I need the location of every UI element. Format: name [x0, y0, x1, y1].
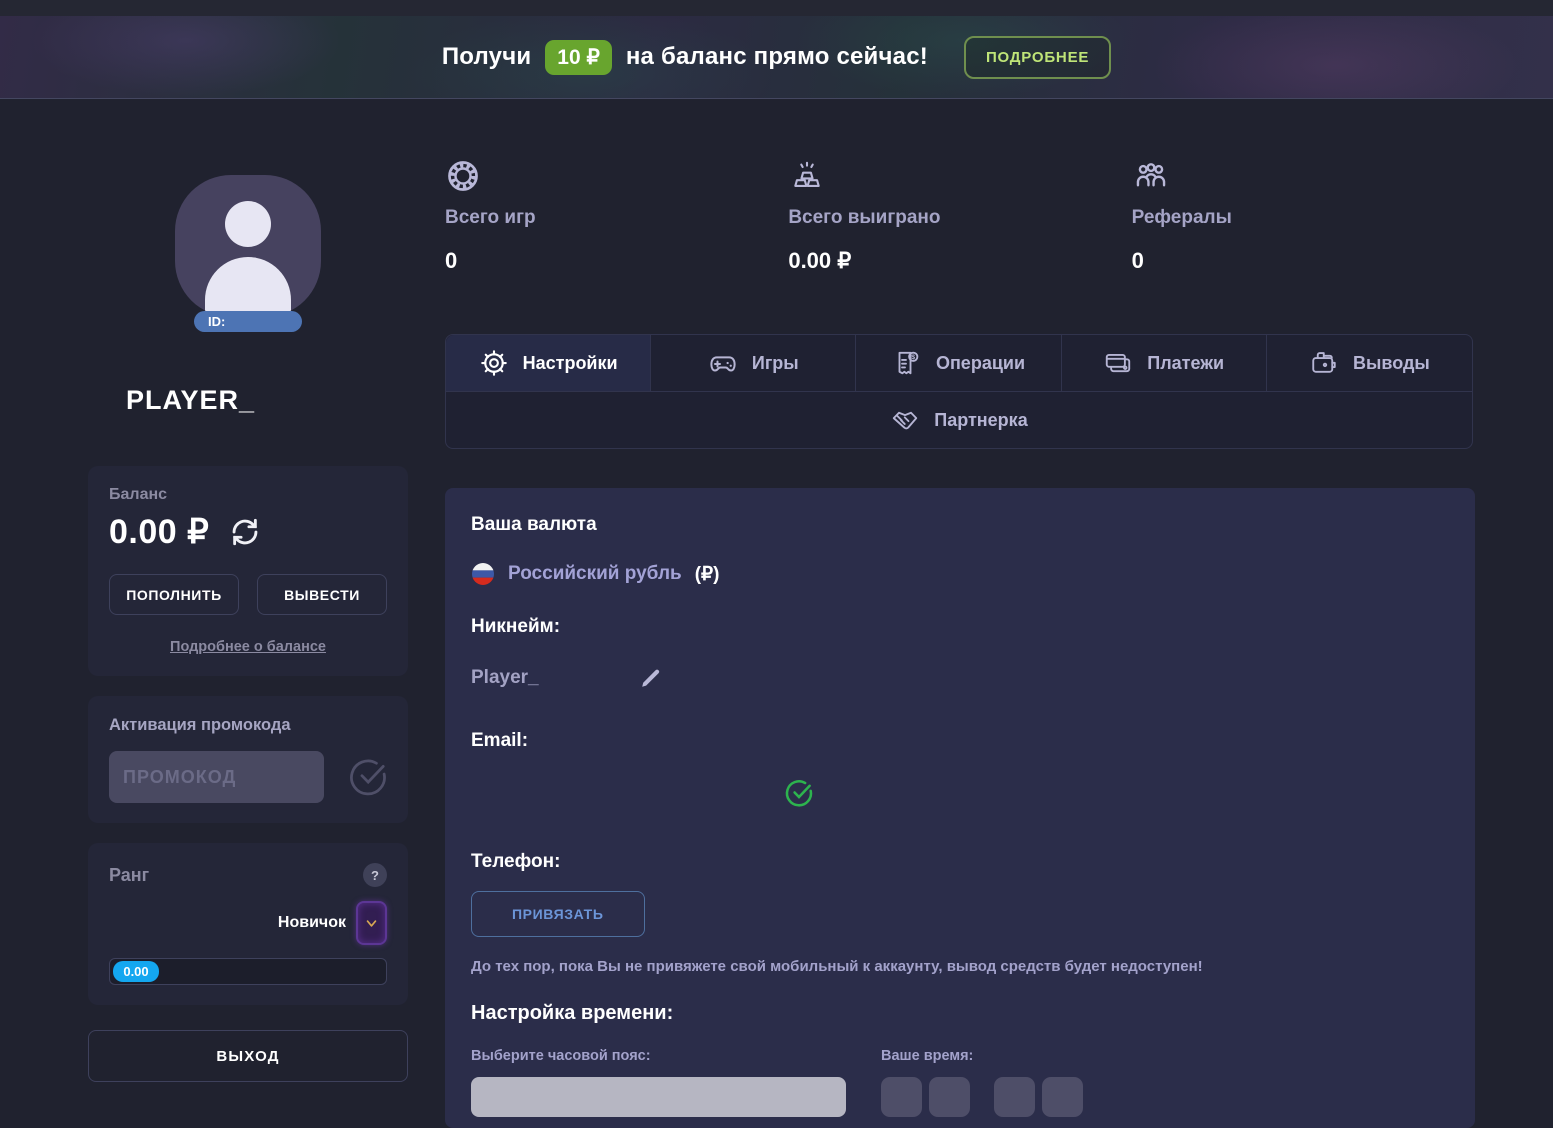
stat-label: Всего игр: [445, 207, 788, 229]
currency-row: Российский рубль (₽): [471, 562, 1449, 586]
settings-panel: Ваша валюта Российский рубль (₽) Никнейм…: [445, 488, 1475, 1128]
time-hour-box: [881, 1077, 922, 1117]
receipt-icon: $: [892, 348, 922, 378]
email-verified-check-icon: [783, 777, 815, 809]
stat-value: 0: [1132, 248, 1475, 274]
edit-nickname-pencil-icon[interactable]: [639, 666, 663, 690]
email-label: Email:: [471, 730, 1449, 752]
people-icon: [1132, 158, 1475, 194]
stat-label: Всего выиграно: [788, 207, 1131, 229]
currency-name: Российский рубль: [508, 563, 682, 585]
stat-label: Рефералы: [1132, 207, 1475, 229]
gear-icon: [479, 348, 509, 378]
deposit-button[interactable]: ПОПОЛНИТЬ: [109, 574, 239, 615]
phone-warning-text: До тех пор, пока Вы не привяжете свой мо…: [471, 958, 1449, 975]
currency-label: Ваша валюта: [471, 514, 1449, 536]
timezone-label: Выберите часовой пояс:: [471, 1048, 881, 1064]
gamepad-icon: [708, 348, 738, 378]
your-time-label: Ваше время:: [881, 1048, 1449, 1064]
top-strip: [0, 0, 1553, 16]
profile-tabs: Настройки Игры $: [445, 334, 1473, 449]
user-id-badge: ID:: [194, 311, 302, 332]
balance-card: Баланс 0.00 ₽ ПОПОЛНИТЬ ВЫВЕСТИ Подробне…: [88, 466, 408, 676]
stats-row: Всего игр 0 Всего выиграно 0.00 ₽: [445, 158, 1475, 274]
rank-help-icon[interactable]: ?: [363, 863, 387, 887]
stat-total-won: Всего выиграно 0.00 ₽: [788, 158, 1131, 274]
rank-card: Ранг ? Новичок 0.00: [88, 843, 408, 1005]
stat-value: 0: [445, 248, 788, 274]
promo-banner: Получи 10 ₽ на баланс прямо сейчас! ПОДР…: [0, 16, 1553, 99]
tab-label: Платежи: [1147, 353, 1224, 374]
balance-details-link[interactable]: Подробнее о балансе: [170, 639, 326, 655]
chip-icon: [445, 158, 788, 194]
tab-label: Партнерка: [934, 410, 1027, 431]
rank-title: Ранг: [109, 865, 149, 886]
tab-partner[interactable]: Партнерка: [446, 392, 1472, 448]
profile-sidebar: ID: PLAYER_ Баланс 0.00 ₽ ПОПОЛНИТЬ ВЫВЕ…: [88, 130, 408, 1082]
promo-code-input[interactable]: [109, 751, 324, 803]
avatar-person-icon: [225, 201, 271, 247]
stat-total-games: Всего игр 0: [445, 158, 788, 274]
russia-flag-icon: [471, 562, 495, 586]
refresh-balance-icon[interactable]: [227, 514, 263, 550]
tab-withdrawals[interactable]: Выводы: [1267, 335, 1472, 391]
promo-title: Активация промокода: [109, 716, 387, 735]
tab-label: Выводы: [1353, 353, 1430, 374]
nickname-label: Никнейм:: [471, 616, 1449, 638]
banner-amount-badge: 10 ₽: [545, 40, 612, 75]
avatar[interactable]: [175, 175, 321, 317]
stat-value: 0.00 ₽: [788, 248, 1131, 274]
banner-details-button[interactable]: ПОДРОБНЕЕ: [964, 36, 1111, 79]
activate-promo-check-icon[interactable]: [346, 755, 390, 799]
banner-text-after: на баланс прямо сейчас!: [626, 43, 928, 71]
banner-text-before: Получи: [442, 43, 531, 71]
bind-phone-button[interactable]: ПРИВЯЗАТЬ: [471, 891, 645, 937]
rank-name: Новичок: [278, 914, 346, 932]
rank-progress-value: 0.00: [113, 961, 159, 982]
currency-symbol: (₽): [695, 563, 720, 586]
your-time-display: [881, 1077, 1449, 1117]
time-settings-title: Настройка времени:: [471, 1002, 1449, 1025]
promo-card: Активация промокода: [88, 696, 408, 823]
wallet-icon: [1309, 348, 1339, 378]
tab-label: Операции: [936, 353, 1025, 374]
stat-referrals: Рефералы 0: [1132, 158, 1475, 274]
balance-amount: 0.00 ₽: [109, 512, 209, 552]
tab-operations[interactable]: $ Операции: [856, 335, 1061, 391]
time-hour-box: [929, 1077, 970, 1117]
gold-bars-icon: [788, 158, 1131, 194]
svg-text:$: $: [911, 354, 915, 361]
handshake-icon: [890, 405, 920, 435]
tab-payments[interactable]: Платежи: [1062, 335, 1267, 391]
tab-settings[interactable]: Настройки: [446, 335, 651, 391]
avatar-section: ID:: [88, 130, 408, 380]
tab-label: Игры: [752, 353, 799, 374]
time-minute-box: [994, 1077, 1035, 1117]
withdraw-button[interactable]: ВЫВЕСТИ: [257, 574, 387, 615]
rank-progress-bar: 0.00: [109, 958, 387, 985]
tab-label: Настройки: [523, 353, 618, 374]
card-icon: [1103, 348, 1133, 378]
phone-label: Телефон:: [471, 851, 1449, 873]
time-minute-box: [1042, 1077, 1083, 1117]
username: PLAYER_: [126, 380, 408, 416]
balance-title: Баланс: [109, 486, 387, 504]
tab-games[interactable]: Игры: [651, 335, 856, 391]
nickname-row: Player_: [471, 666, 1449, 690]
rank-badge-icon[interactable]: [356, 901, 387, 945]
timezone-select[interactable]: [471, 1077, 846, 1117]
nickname-value: Player_: [471, 667, 539, 689]
logout-button[interactable]: ВЫХОД: [88, 1030, 408, 1082]
